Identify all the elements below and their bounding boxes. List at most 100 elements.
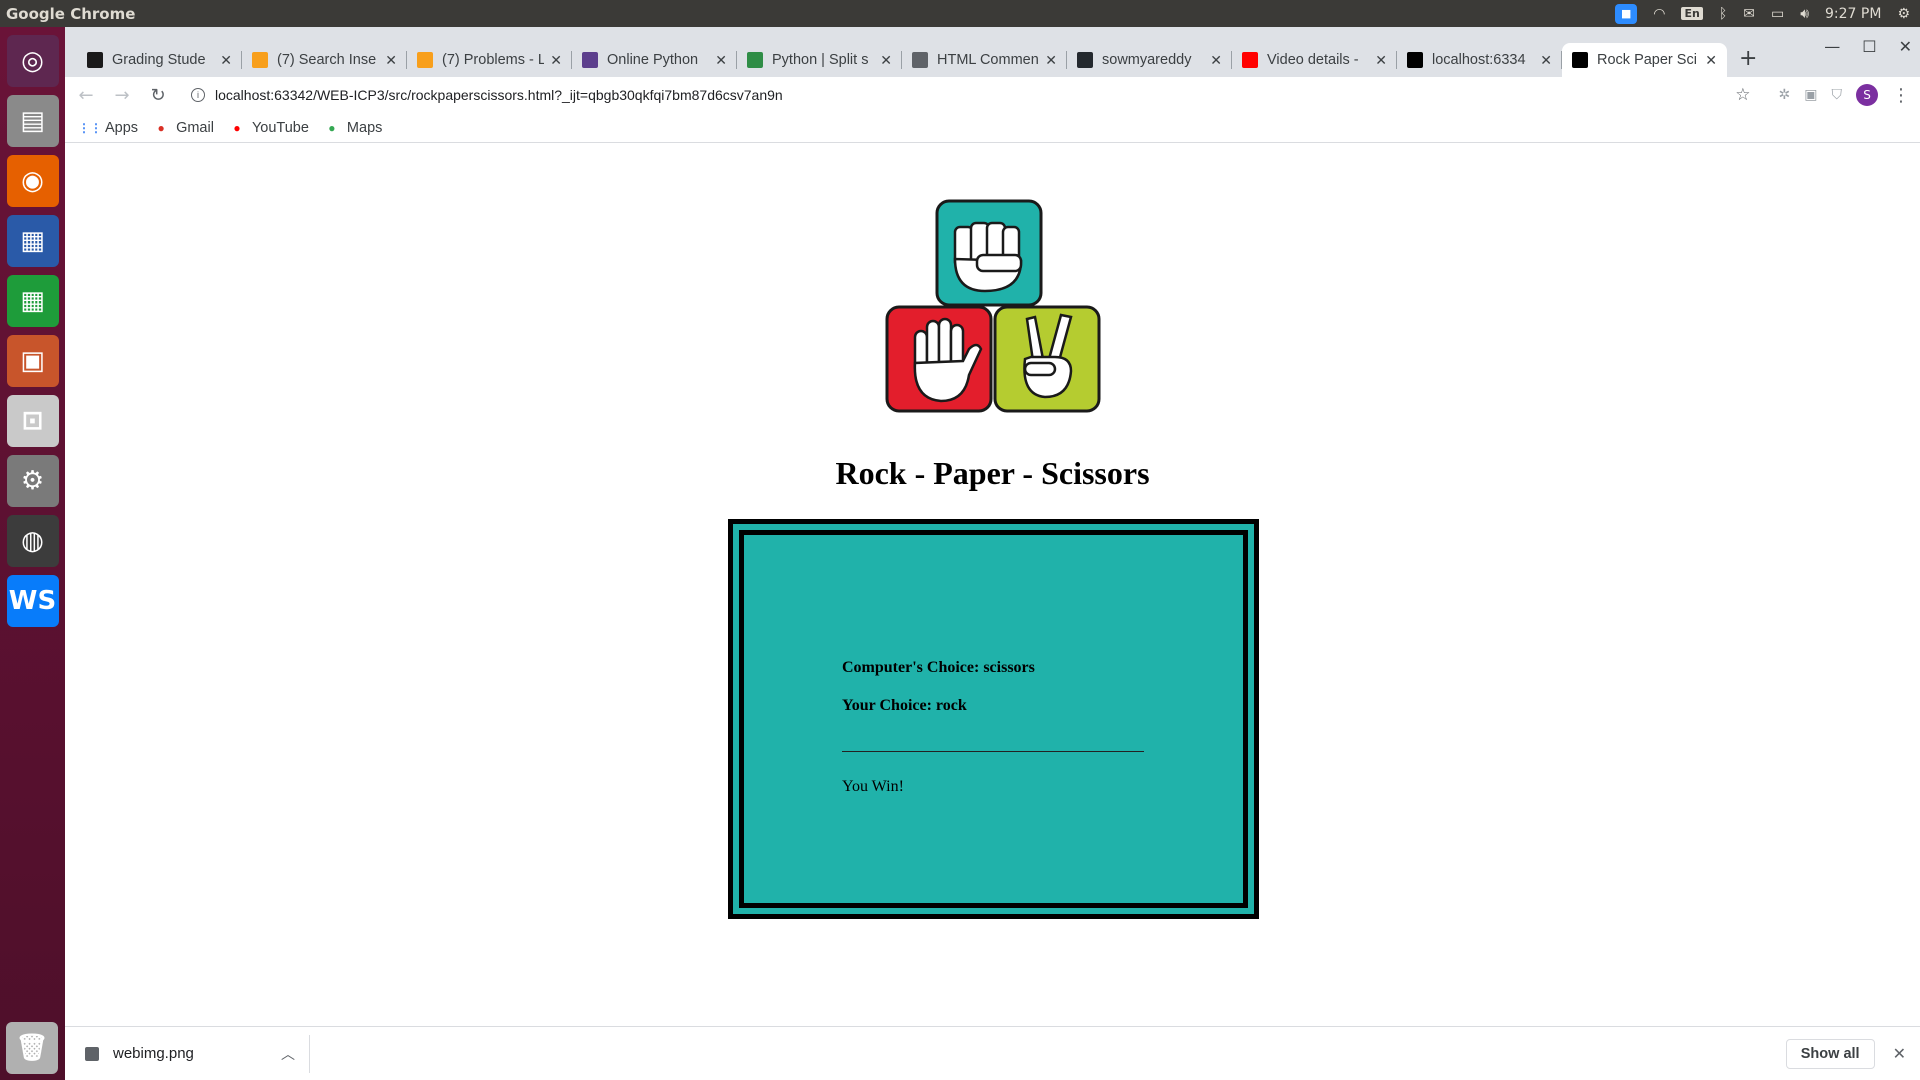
tab-close-icon[interactable]: ✕ [550,52,562,69]
minimize-icon[interactable]: — [1824,37,1840,56]
browser-tab[interactable]: (7) Search Inse ✕ [242,43,407,77]
ubuntu-dash-icon[interactable]: ◎ [6,35,59,87]
chrome-window: Grading Stude ✕ (7) Search Inse ✕ (7) Proble… [65,27,1920,1080]
tab-close-icon[interactable]: ✕ [385,52,397,69]
tab-close-icon[interactable]: ✕ [1045,52,1057,69]
game-result-box: Computer's Choice: scissors Your Choice:… [728,519,1259,919]
geeksforgeeks-icon [747,52,763,68]
system-tray: ■ ◠ En ᛒ ✉ ▭ 🔊︎ 9:27 PM ⚙ [1615,3,1920,24]
webstorm-icon [1407,52,1423,68]
tab-strip: Grading Stude ✕ (7) Search Inse ✕ (7) Proble… [65,27,1920,77]
show-all-button[interactable]: Show all [1785,1038,1875,1069]
volume-icon[interactable]: 🔊︎ [1800,6,1809,22]
keyboard-language[interactable]: En [1681,7,1703,20]
battery-icon[interactable]: ▭ [1771,6,1784,22]
chrome-menu-icon[interactable]: ⋮ [1892,85,1910,106]
files-icon[interactable]: ▤ [6,95,59,147]
game-result-inner-frame: Computer's Choice: scissors Your Choice:… [739,530,1248,908]
browser-tab[interactable]: Rock Paper Sci ✕ [1562,43,1727,77]
browser-tab[interactable]: HTML Commen ✕ [902,43,1067,77]
wifi-icon[interactable]: ◠ [1653,6,1665,22]
bookmarks-bar: ⋮⋮ Apps ● Gmail ● YouTube ● Maps [65,113,1920,143]
tab-title: Python | Split s [772,52,869,68]
tab-title: (7) Search Inse [277,52,377,68]
clock[interactable]: 9:27 PM [1825,6,1881,22]
system-top-bar: Google Chrome ■ ◠ En ᛒ ✉ ▭ 🔊︎ 9:27 PM ⚙ [0,0,1920,27]
close-window-icon[interactable]: ✕ [1899,37,1912,56]
maps-icon: ● [328,120,336,135]
image-file-icon [85,1046,99,1061]
bookmark-star-icon[interactable]: ☆ [1735,85,1750,105]
webstorm-icon[interactable]: WS [6,575,59,627]
tab-title: (7) Problems - L [442,52,545,68]
ubuntu-launcher: ◎ ▤ ◉ ▦ ▦ ▣ ⊡ ⚙ ◍ WS 🗑︎ [0,27,65,1080]
trash-icon[interactable]: 🗑︎ [6,1022,58,1074]
tab-title: Grading Stude [112,52,206,68]
tab-title: Rock Paper Sci [1597,52,1697,68]
extension-shield-icon[interactable]: ⛉ [1832,87,1843,103]
your-choice-text: Your Choice: rock [842,697,967,714]
libreoffice-writer-icon[interactable]: ▦ [6,215,59,267]
result-area: Computer's Choice: scissors Your Choice:… [842,659,1144,796]
download-item[interactable]: webimg.png ︿ [85,1034,310,1073]
profile-avatar[interactable]: S [1856,84,1878,106]
bookmark-apps[interactable]: ⋮⋮ Apps [78,120,138,136]
rps-logo-image [885,199,1101,413]
tab-close-icon[interactable]: ✕ [880,52,892,69]
firefox-icon[interactable]: ◉ [6,155,59,207]
bluetooth-icon[interactable]: ᛒ [1719,6,1727,22]
tab-close-icon[interactable]: ✕ [220,52,232,69]
browser-tab[interactable]: Python | Split s ✕ [737,43,902,77]
tab-close-icon[interactable]: ✕ [1705,52,1717,69]
settings-gear-icon[interactable]: ⚙ [1897,6,1910,22]
chevron-up-icon[interactable]: ︿ [281,1044,295,1064]
tab-title: localhost:6334 [1432,52,1526,68]
reload-button[interactable]: ↻ [147,85,169,106]
browser-tab[interactable]: Grading Stude ✕ [77,43,242,77]
mail-icon[interactable]: ✉ [1743,6,1755,22]
browser-tab[interactable]: Online Python ✕ [572,43,737,77]
extension-icon[interactable]: ▣ [1804,87,1817,103]
site-info-icon[interactable]: i [191,88,205,102]
maximize-icon[interactable]: ☐ [1862,37,1876,56]
browser-toolbar: ← → ↻ i ☆ ✲ ▣ ⛉ S ⋮ [65,77,1920,113]
browser-tab[interactable]: (7) Problems - L ✕ [407,43,572,77]
new-tab-button[interactable]: + [1739,46,1757,71]
tab-title: Online Python [607,52,699,68]
tab-title: Video details - [1267,52,1359,68]
libreoffice-impress-icon[interactable]: ▣ [6,335,59,387]
back-button[interactable]: ← [75,85,97,106]
libreoffice-calc-icon[interactable]: ▦ [6,275,59,327]
software-center-icon[interactable]: ⊡ [6,395,59,447]
browser-tab[interactable]: sowmyareddy ✕ [1067,43,1232,77]
github-icon [1077,52,1093,68]
chrome-icon[interactable]: ◍ [6,515,59,567]
tab-close-icon[interactable]: ✕ [1540,52,1552,69]
page-title: Rock - Paper - Scissors [835,455,1150,491]
youtube-icon: ● [233,120,241,135]
tab-close-icon[interactable]: ✕ [715,52,727,69]
system-settings-icon[interactable]: ⚙ [6,455,59,507]
bookmark-maps[interactable]: ● Maps [325,120,382,136]
webstorm-icon [1572,52,1588,68]
close-download-bar-icon[interactable]: ✕ [1893,1044,1906,1064]
browser-tab[interactable]: localhost:6334 ✕ [1397,43,1562,77]
window-controls: — ☐ ✕ [1824,37,1912,56]
active-app-name: Google Chrome [6,4,136,23]
computer-choice-text: Computer's Choice: scissors [842,659,1035,676]
address-input[interactable] [215,87,1736,103]
blackboard-icon [87,52,103,68]
bookmark-youtube[interactable]: ● YouTube [230,120,309,136]
bookmark-gmail[interactable]: ● Gmail [154,120,214,136]
forward-button[interactable]: → [111,85,133,106]
tab-close-icon[interactable]: ✕ [1210,52,1222,69]
extension-icon[interactable]: ✲ [1779,87,1791,103]
omnibox[interactable]: i ☆ [183,81,1765,109]
tab-close-icon[interactable]: ✕ [1375,52,1387,69]
bookmark-label: Gmail [176,119,214,136]
bookmark-label: Maps [346,119,383,136]
leetcode-icon [417,52,433,68]
zoom-icon[interactable]: ■ [1615,3,1638,24]
shield-icon [912,52,928,68]
browser-tab[interactable]: Video details - ✕ [1232,43,1397,77]
